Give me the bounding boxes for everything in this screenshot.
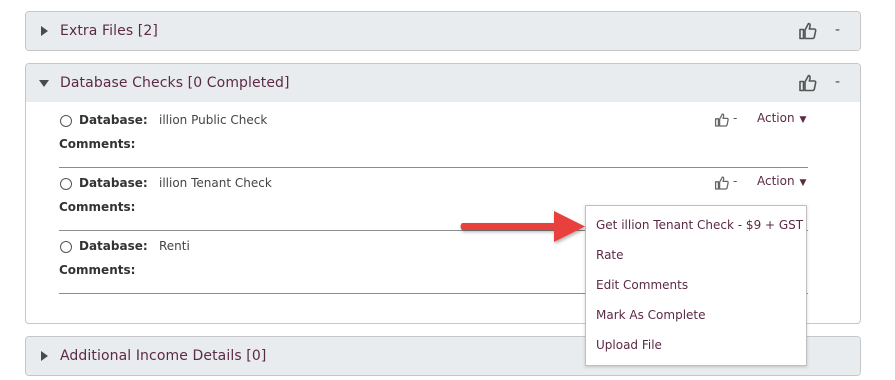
additional-income-title: Additional Income Details [0] [60,348,267,364]
database-value: illion Public Check [159,113,268,127]
thumbs-up-icon[interactable] [714,112,730,128]
complete-radio[interactable] [60,178,72,190]
database-value: illion Tenant Check [159,176,272,190]
database-row: Database: illion Public Check Comments: … [59,106,808,168]
database-label: Database: [79,176,148,190]
database-checks-dash: - [834,74,840,91]
menu-item-rate[interactable]: Rate [596,248,624,262]
caret-right-icon [41,351,48,361]
extra-files-title: Extra Files [2] [60,23,158,39]
extra-files-dash: - [834,22,840,39]
thumbs-up-icon[interactable] [798,21,818,41]
caret-down-icon: ▼ [796,178,807,188]
action-dropdown-menu: Get illion Tenant Check - $9 + GST Rate … [585,205,807,366]
comments-label: Comments: [59,137,136,151]
thumbs-up-icon[interactable] [714,175,730,191]
action-button[interactable]: Action ▼ [757,174,806,188]
database-checks-title: Database Checks [0 Completed] [60,75,290,91]
database-label: Database: [79,239,148,253]
caret-down-icon: ▼ [796,115,807,125]
complete-radio[interactable] [60,241,72,253]
menu-item-upload-file[interactable]: Upload File [596,338,662,352]
menu-item-edit-comments[interactable]: Edit Comments [596,278,688,292]
menu-item-mark-complete[interactable]: Mark As Complete [596,308,706,322]
caret-right-icon [41,26,48,36]
action-button[interactable]: Action ▼ [757,111,806,125]
thumbs-up-icon[interactable] [798,73,818,93]
database-value: Renti [159,239,190,253]
action-label: Action [757,111,795,125]
caret-down-icon [39,80,49,87]
comments-label: Comments: [59,200,136,214]
extra-files-panel: Extra Files [2] - [25,11,861,51]
menu-item-get-tenant-check[interactable]: Get illion Tenant Check - $9 + GST [596,218,803,232]
action-label: Action [757,174,795,188]
rating-dash: - [733,174,738,188]
extra-files-header[interactable]: Extra Files [2] - [26,12,860,50]
comments-label: Comments: [59,263,136,277]
database-label: Database: [79,113,148,127]
rating-dash: - [733,111,738,125]
complete-radio[interactable] [60,115,72,127]
database-checks-header[interactable]: Database Checks [0 Completed] - [26,64,860,102]
